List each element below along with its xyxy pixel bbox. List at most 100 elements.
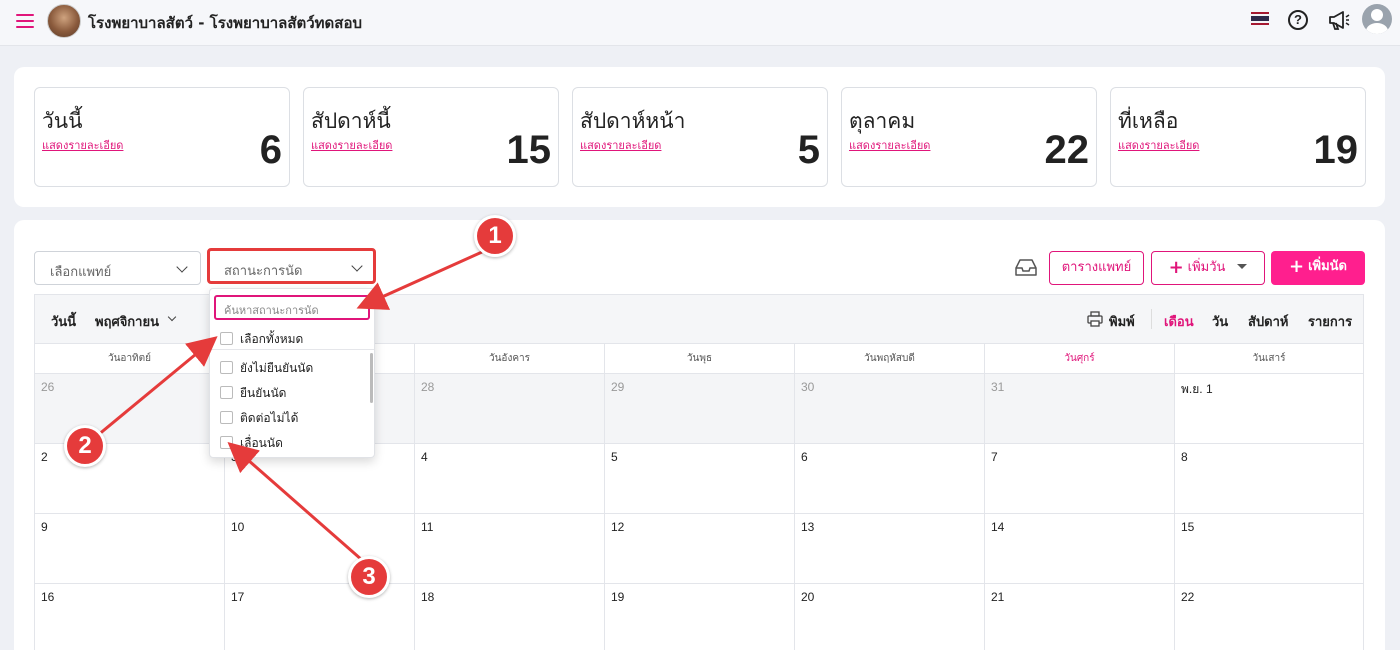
checkbox[interactable] [220, 386, 233, 399]
annotation-badge-3: 3 [348, 556, 390, 598]
doctor-select-value: เลือกแพทย์ [50, 265, 112, 280]
plus-icon: + [1288, 256, 1305, 277]
checkbox[interactable] [220, 411, 233, 424]
help-icon[interactable]: ? [1288, 10, 1308, 30]
calendar-day-cell[interactable]: 14 [985, 514, 1175, 584]
chevron-down-icon [351, 260, 363, 272]
doctor-schedule-button[interactable]: ตารางแพทย์ [1049, 251, 1144, 285]
add-appointment-label: เพิ่มนัด [1308, 259, 1347, 274]
calendar-day-cell[interactable]: 8 [1175, 444, 1364, 514]
dropdown-divider [210, 349, 374, 350]
day-number: 2 [41, 450, 48, 464]
calendar-day-cell[interactable]: 19 [605, 584, 795, 650]
calendar-day-cell[interactable]: พ.ย. 1 [1175, 374, 1364, 444]
option-label: ติดต่อไม่ได้ [240, 411, 299, 425]
view-day-tab[interactable]: วัน [1212, 311, 1228, 332]
status-option[interactable]: ยังไม่ยืนยันนัด [220, 359, 313, 377]
calendar-day-cell[interactable]: 5 [605, 444, 795, 514]
calendar-day-cell[interactable]: 28 [415, 374, 605, 444]
day-number: 31 [991, 380, 1005, 394]
inbox-icon[interactable] [1015, 258, 1037, 276]
chevron-down-icon [167, 312, 177, 322]
doctor-select[interactable]: เลือกแพทย์ [34, 251, 201, 285]
stat-details-link[interactable]: แสดงรายละเอียด [1118, 136, 1199, 154]
calendar-day-cell[interactable]: 26 [34, 374, 225, 444]
add-appointment-button[interactable]: + เพิ่มนัด [1271, 251, 1365, 285]
calendar-day-cell[interactable]: 7 [985, 444, 1175, 514]
calendar-day-cell[interactable]: 20 [795, 584, 985, 650]
day-number: 8 [1181, 450, 1188, 464]
today-button[interactable]: วันนี้ [51, 311, 76, 332]
status-select[interactable]: สถานะการนัด [207, 248, 376, 284]
stat-title: วันนี้ [42, 109, 83, 133]
view-month-tab[interactable]: เดือน [1164, 311, 1194, 332]
stat-title: ที่เหลือ [1118, 109, 1179, 133]
calendar-day-cell[interactable]: 13 [795, 514, 985, 584]
calendar-day-cell[interactable]: 16 [34, 584, 225, 650]
top-bar: โรงพยาบาลสัตว์ - โรงพยาบาลสัตว์ทดสอบ ? [0, 0, 1400, 46]
calendar-day-cell[interactable]: 29 [605, 374, 795, 444]
stat-details-link[interactable]: แสดงรายละเอียด [42, 136, 123, 154]
day-number: 17 [231, 590, 245, 604]
checkbox[interactable] [220, 361, 233, 374]
dropdown-scrollbar[interactable] [370, 353, 373, 403]
calendar-day-cell[interactable]: 31 [985, 374, 1175, 444]
calendar-day-cell[interactable]: 17 [225, 584, 415, 650]
add-day-label: เพิ่มวัน [1187, 260, 1226, 275]
stat-details-link[interactable]: แสดงรายละเอียด [849, 136, 930, 154]
day-number: 19 [611, 590, 625, 604]
calendar-day-cell[interactable]: 21 [985, 584, 1175, 650]
print-button[interactable]: พิมพ์ [1109, 311, 1135, 332]
calendar-day-cell[interactable]: 22 [1175, 584, 1364, 650]
plus-icon: + [1168, 257, 1184, 278]
add-day-button[interactable]: + เพิ่มวัน [1151, 251, 1265, 285]
day-number: 18 [421, 590, 435, 604]
view-week-tab[interactable]: สัปดาห์ [1248, 311, 1289, 332]
status-option[interactable]: เลื่อนนัด [220, 434, 283, 452]
stat-count: 5 [797, 128, 820, 172]
stat-card-today: วันนี้ แสดงรายละเอียด 6 [34, 87, 290, 187]
day-number: 30 [801, 380, 815, 394]
day-number: พ.ย. 1 [1181, 382, 1213, 396]
clinic-logo [47, 4, 81, 38]
weekday-label: วันพุธ [605, 344, 795, 374]
checkbox[interactable] [220, 332, 233, 345]
user-avatar[interactable] [1362, 4, 1392, 34]
status-option[interactable]: ติดต่อไม่ได้ [220, 409, 298, 427]
hamburger-menu-icon[interactable] [16, 14, 34, 30]
status-search-input[interactable]: ค้นหาสถานะการนัด [214, 295, 370, 320]
megaphone-icon[interactable] [1327, 9, 1351, 31]
stat-card-next-week: สัปดาห์หน้า แสดงรายละเอียด 5 [572, 87, 828, 187]
day-number: 9 [41, 520, 48, 534]
calendar-day-cell[interactable]: 18 [415, 584, 605, 650]
status-option[interactable]: ยืนยันนัด [220, 384, 286, 402]
select-all-option[interactable]: เลือกทั้งหมด [220, 330, 303, 348]
calendar-day-cell[interactable]: 11 [415, 514, 605, 584]
printer-icon[interactable] [1087, 311, 1103, 327]
checkbox[interactable] [220, 436, 233, 449]
weekday-label: วันอาทิตย์ [34, 344, 225, 374]
calendar-day-cell[interactable]: 4 [415, 444, 605, 514]
calendar-day-cell[interactable]: 12 [605, 514, 795, 584]
weekday-label: วันเสาร์ [1175, 344, 1364, 374]
day-number: 21 [991, 590, 1005, 604]
annotation-badge-1: 1 [474, 215, 516, 257]
calendar-day-cell[interactable]: 9 [34, 514, 225, 584]
stat-title: ตุลาคม [849, 109, 916, 133]
thai-flag-icon[interactable] [1251, 12, 1269, 25]
day-number: 12 [611, 520, 625, 534]
option-label: ยังไม่ยืนยันนัด [240, 361, 314, 375]
weekday-label: วันอังคาร [415, 344, 605, 374]
calendar-day-cell[interactable]: 2 [34, 444, 225, 514]
calendar-day-cell[interactable]: 6 [795, 444, 985, 514]
calendar-day-cell[interactable]: 15 [1175, 514, 1364, 584]
stat-details-link[interactable]: แสดงรายละเอียด [580, 136, 661, 154]
option-label: ยืนยันนัด [240, 386, 287, 400]
weekday-label: วันพฤหัสบดี [795, 344, 985, 374]
month-selector[interactable]: พฤศจิกายน [95, 311, 159, 332]
calendar-day-cell[interactable]: 30 [795, 374, 985, 444]
day-number: 6 [801, 450, 808, 464]
day-number: 29 [611, 380, 625, 394]
stat-details-link[interactable]: แสดงรายละเอียด [311, 136, 392, 154]
view-list-tab[interactable]: รายการ [1308, 311, 1352, 332]
